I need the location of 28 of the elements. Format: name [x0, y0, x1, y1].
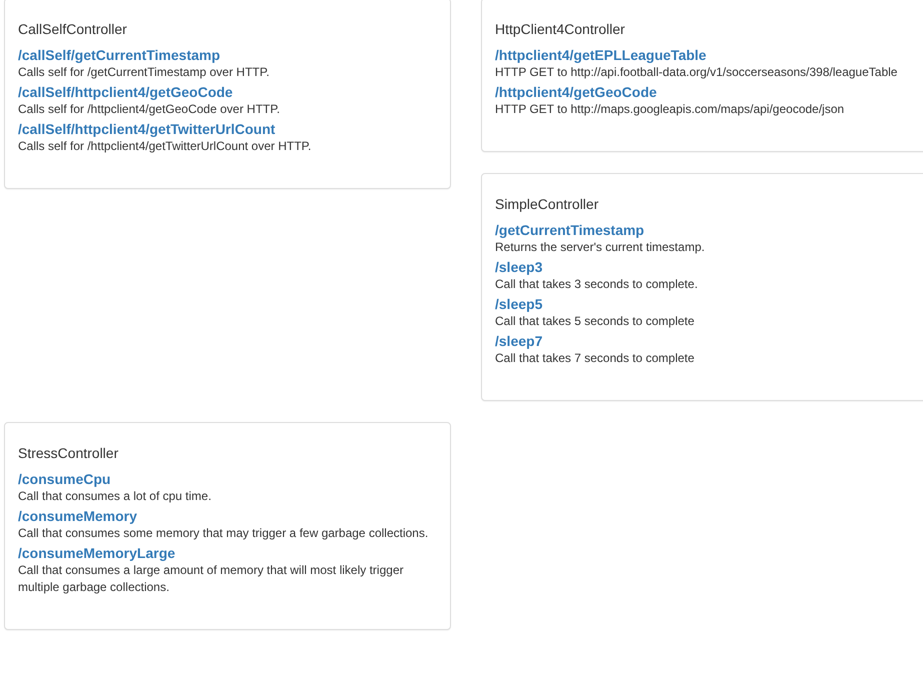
- endpoint-link[interactable]: /callSelf/getCurrentTimestamp: [18, 46, 220, 64]
- endpoint-link[interactable]: /consumeMemory: [18, 507, 138, 525]
- endpoint-link[interactable]: /consumeMemoryLarge: [18, 544, 176, 562]
- endpoint-link[interactable]: /httpclient4/getEPLLeagueTable: [495, 46, 706, 64]
- endpoint-link[interactable]: /sleep5: [495, 295, 542, 313]
- endpoint-description: Returns the server's current timestamp.: [495, 239, 705, 256]
- panel-title: StressController: [18, 444, 120, 463]
- endpoint-link[interactable]: /callSelf/httpclient4/getGeoCode: [18, 83, 233, 101]
- endpoint-description: Call that takes 5 seconds to complete: [495, 313, 694, 330]
- panel-title: SimpleController: [495, 195, 600, 214]
- endpoint-description: Call that takes 3 seconds to complete.: [495, 276, 698, 293]
- endpoint-link[interactable]: /getCurrentTimestamp: [495, 221, 644, 239]
- endpoint-description: Call that consumes a large amount of memory that will most likely trigger multiple garbage collections.: [18, 562, 404, 596]
- endpoint-link[interactable]: /callSelf/httpclient4/getTwitterUrlCount: [18, 120, 276, 138]
- endpoint-description: Call that takes 7 seconds to complete: [495, 350, 694, 367]
- endpoint-description: HTTP GET to http://api.football-data.org/v1/soccerseasons/398/leagueTable: [495, 64, 898, 81]
- panel-title: HttpClient4Controller: [495, 20, 626, 39]
- endpoint-description: Calls self for /httpclient4/getTwitterUrlCount over HTTP.: [18, 138, 312, 155]
- endpoint-description: HTTP GET to http://maps.googleapis.com/maps/api/geocode/json: [495, 101, 844, 118]
- endpoint-link[interactable]: /sleep7: [495, 332, 542, 350]
- endpoint-description: Calls self for /httpclient4/getGeoCode over HTTP.: [18, 101, 280, 118]
- panel-title: CallSelfController: [18, 20, 128, 39]
- endpoint-description: Call that consumes some memory that may trigger a few garbage collections.: [18, 525, 428, 542]
- endpoint-link[interactable]: /sleep3: [495, 258, 542, 276]
- endpoint-description: Call that consumes a lot of cpu time.: [18, 488, 212, 505]
- endpoint-description: Calls self for /getCurrentTimestamp over HTTP.: [18, 64, 270, 81]
- endpoint-link[interactable]: /httpclient4/getGeoCode: [495, 83, 657, 101]
- endpoint-link[interactable]: /consumeCpu: [18, 470, 111, 488]
